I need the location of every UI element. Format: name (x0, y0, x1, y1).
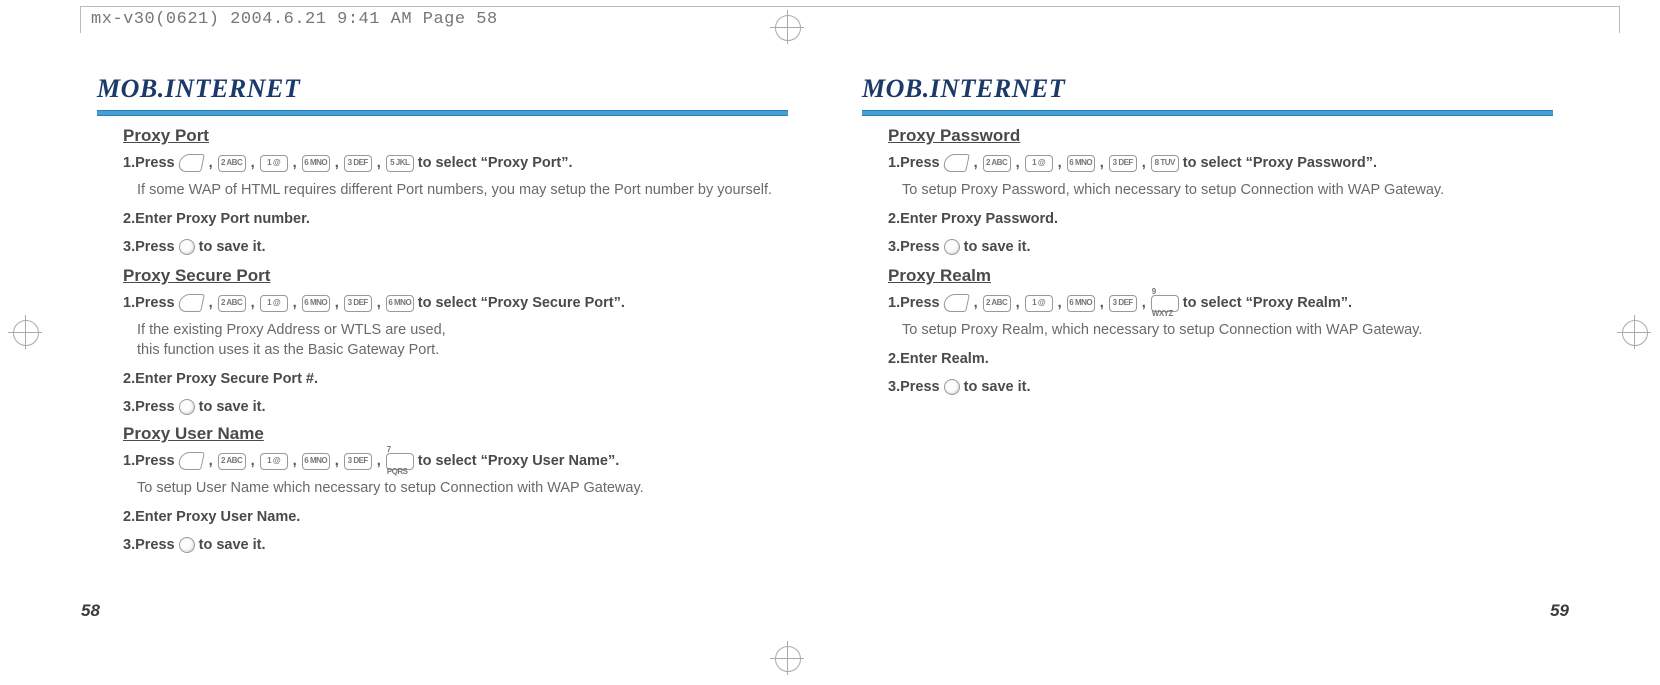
section-heading: Proxy Secure Port (123, 266, 788, 286)
ok-key-icon (179, 399, 195, 415)
phone-key-icon: 2 ABC (218, 155, 246, 172)
phone-key-icon: 2 ABC (218, 453, 246, 470)
section-heading: Proxy Password (888, 126, 1553, 146)
phone-key-icon: 3 DEF (344, 295, 372, 312)
phone-key-icon: 6 MNO (1067, 155, 1095, 172)
title-rule (97, 110, 788, 116)
step: 3.Press to save it. (123, 534, 788, 556)
phone-key-icon: 3 DEF (344, 155, 372, 172)
step-description: If the existing Proxy Address or WTLS ar… (137, 320, 788, 340)
step-description: To setup User Name which necessary to se… (137, 478, 788, 498)
step-text: 1.Press (123, 152, 175, 174)
phone-key-icon: 3 DEF (344, 453, 372, 470)
step: 2.Enter Proxy Secure Port #. (123, 368, 788, 390)
phone-key-icon: 2 ABC (983, 155, 1011, 172)
step: 1.Press , 2 ABC, 1 @, 6 MNO, 3 DEF, 8 TU… (888, 152, 1553, 174)
registration-mark-icon (770, 641, 804, 675)
phone-key-icon: 6 MNO (302, 453, 330, 470)
phone-key-icon: 3 DEF (1109, 155, 1137, 172)
phone-key-icon: 6 MNO (1067, 295, 1095, 312)
registration-mark-icon (770, 10, 804, 44)
page-content: Proxy Password 1.Press , 2 ABC, 1 @, 6 M… (862, 126, 1553, 398)
step: 2.Enter Proxy User Name. (123, 506, 788, 528)
spine-header: mx-v30(0621) 2004.6.21 9:41 AM Page 58 (75, 0, 1660, 38)
phone-key-icon: 5 JKL (386, 155, 414, 172)
spine-label: mx-v30(0621) 2004.6.21 9:41 AM Page 58 (91, 10, 498, 29)
phone-key-icon: 6 MNO (386, 295, 414, 312)
registration-mark-icon (1617, 315, 1651, 349)
page-title: MOB.INTERNET (97, 74, 788, 104)
title-rule (862, 110, 1553, 116)
step-description: To setup Proxy Password, which necessary… (902, 180, 1553, 200)
step: 1.Press , 2 ABC, 1 @, 6 MNO, 3 DEF, 5 JK… (123, 152, 788, 174)
page-number: 59 (1550, 601, 1569, 621)
nav-key-icon (177, 452, 205, 470)
step-text: to select “Proxy Port”. (418, 152, 573, 174)
page-right: MOB.INTERNET Proxy Password 1.Press , 2 … (840, 60, 1575, 625)
phone-key-icon: 6 MNO (302, 295, 330, 312)
nav-key-icon (942, 294, 970, 312)
phone-key-icon: 1 @ (260, 295, 288, 312)
nav-key-icon (177, 294, 205, 312)
phone-key-icon: 1 @ (1025, 295, 1053, 312)
section-heading: Proxy User Name (123, 424, 788, 444)
step: 3.Press to save it. (123, 236, 788, 258)
registration-mark-icon (8, 315, 42, 349)
step: 2.Enter Proxy Password. (888, 208, 1553, 230)
nav-key-icon (177, 154, 205, 172)
phone-key-icon: 1 @ (1025, 155, 1053, 172)
step: 1.Press , 2 ABC, 1 @, 6 MNO, 3 DEF, 6 MN… (123, 292, 788, 314)
step: 1.Press , 2 ABC, 1 @, 6 MNO, 3 DEF, 9 WX… (888, 292, 1553, 314)
phone-key-icon: 1 @ (260, 155, 288, 172)
step: 3.Press to save it. (123, 396, 788, 418)
phone-key-icon: 9 WXYZ (1151, 295, 1179, 312)
phone-key-icon: 7 PQRS (386, 453, 414, 470)
page-spread: MOB.INTERNET Proxy Port 1.Press , 2 ABC,… (75, 60, 1575, 625)
phone-key-icon: 2 ABC (983, 295, 1011, 312)
step-description: If some WAP of HTML requires different P… (137, 180, 788, 200)
step: 3.Press to save it. (888, 236, 1553, 258)
page-number: 58 (81, 601, 100, 621)
phone-key-icon: 1 @ (260, 453, 288, 470)
page-title: MOB.INTERNET (862, 74, 1553, 104)
phone-key-icon: 6 MNO (302, 155, 330, 172)
step: 3.Press to save it. (888, 376, 1553, 398)
ok-key-icon (944, 379, 960, 395)
page-left: MOB.INTERNET Proxy Port 1.Press , 2 ABC,… (75, 60, 810, 625)
step: 2.Enter Realm. (888, 348, 1553, 370)
step: 2.Enter Proxy Port number. (123, 208, 788, 230)
section-heading: Proxy Port (123, 126, 788, 146)
phone-key-icon: 2 ABC (218, 295, 246, 312)
ok-key-icon (179, 239, 195, 255)
phone-key-icon: 8 TUV (1151, 155, 1179, 172)
ok-key-icon (944, 239, 960, 255)
page-content: Proxy Port 1.Press , 2 ABC, 1 @, 6 MNO, … (97, 126, 788, 556)
nav-key-icon (942, 154, 970, 172)
ok-key-icon (179, 537, 195, 553)
step-description: To setup Proxy Realm, which necessary to… (902, 320, 1553, 340)
section-heading: Proxy Realm (888, 266, 1553, 286)
step-description: this function uses it as the Basic Gatew… (137, 340, 788, 360)
step: 1.Press , 2 ABC, 1 @, 6 MNO, 3 DEF, 7 PQ… (123, 450, 788, 472)
phone-key-icon: 3 DEF (1109, 295, 1137, 312)
